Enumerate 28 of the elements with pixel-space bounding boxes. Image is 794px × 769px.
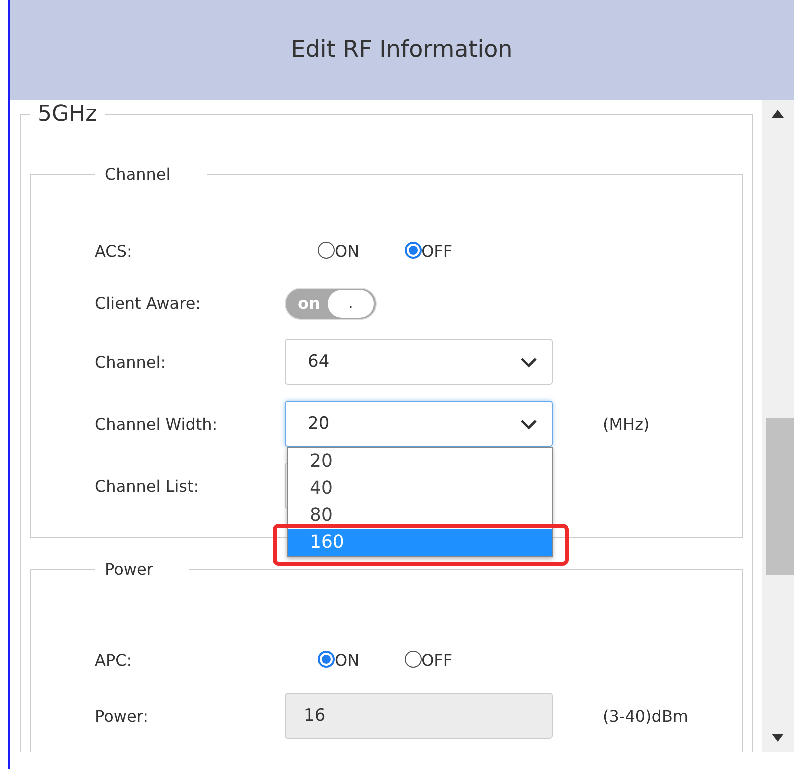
group-legend: Channel <box>95 165 207 184</box>
chevron-down-icon <box>520 418 538 430</box>
scrollbar[interactable] <box>762 100 794 752</box>
dropdown-option[interactable]: 20 <box>288 448 552 475</box>
scroll-thumb[interactable] <box>766 418 794 575</box>
scroll-down-icon[interactable] <box>772 734 784 742</box>
radio-option[interactable]: OFF <box>404 242 453 260</box>
dialog-title: Edit RF Information <box>291 37 513 63</box>
field-label: Channel Width: <box>95 414 219 434</box>
toggle-switch[interactable]: on . <box>285 288 377 320</box>
radio-option[interactable]: OFF <box>404 650 453 670</box>
field-label: Power: <box>95 706 150 726</box>
field-label: Channel: <box>95 352 168 372</box>
dropdown-select[interactable]: 64 <box>285 339 553 385</box>
group-legend: Power <box>95 560 190 579</box>
scroll-up-icon[interactable] <box>772 110 784 118</box>
dropdown-option[interactable]: 40 <box>288 475 552 502</box>
dropdown-select[interactable]: 20 <box>285 401 553 447</box>
field-label: Channel List: <box>95 476 200 496</box>
radio-option[interactable]: ON <box>318 242 360 260</box>
unit-label: (3-40)dBm <box>603 706 689 726</box>
unit-label: (MHz) <box>603 414 650 434</box>
radio-option[interactable]: ON <box>318 650 360 670</box>
field-label: APC: <box>95 650 134 670</box>
chevron-down-icon <box>520 356 538 368</box>
field-label: Client Aware: <box>95 294 202 313</box>
section-legend: 5GHz <box>30 102 106 127</box>
field-label: ACS: <box>95 242 134 260</box>
